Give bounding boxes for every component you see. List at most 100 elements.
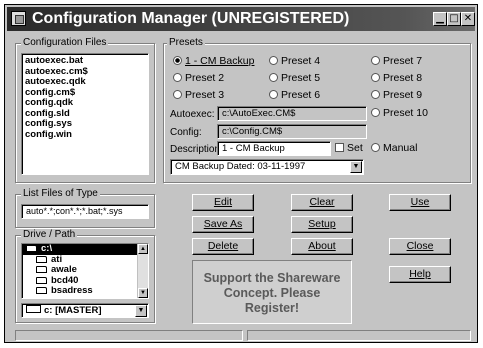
clear-button[interactable]: Clear — [291, 194, 353, 211]
autoexec-label: Autoexec: — [170, 109, 215, 120]
edit-button[interactable]: Edit — [192, 194, 254, 211]
folder-icon — [36, 266, 47, 273]
shareware-line-1: Support the Shareware — [203, 271, 341, 285]
preset-4-radio[interactable]: Preset 4 — [269, 55, 320, 68]
preset-3-radio[interactable]: Preset 3 — [173, 89, 224, 102]
maximize-button[interactable]: □ — [447, 12, 461, 26]
preset-9-label: Preset 9 — [383, 89, 423, 101]
preset-7-radio[interactable]: Preset 7 — [371, 55, 422, 68]
preset-8-radio[interactable]: Preset 8 — [371, 72, 422, 85]
directory-name: ati — [51, 253, 63, 265]
window-title: Configuration Manager (UNREGISTERED) — [32, 10, 350, 27]
radio-icon — [173, 90, 182, 99]
folder-icon — [36, 255, 47, 263]
shareware-line-3: Register! — [244, 301, 300, 315]
preset-5-radio[interactable]: Preset 5 — [269, 72, 320, 85]
drive-path-label: Drive / Path — [21, 229, 78, 240]
close-window-button[interactable]: ✕ — [461, 12, 475, 26]
autoexec-field: c:\AutoExec.CM$ — [217, 106, 367, 121]
preset-2-radio[interactable]: Preset 2 — [173, 72, 224, 85]
edit-button-label: Edit — [213, 196, 233, 208]
description-field[interactable]: 1 - CM Backup — [217, 141, 331, 156]
chevron-down-icon[interactable]: ▼ — [350, 161, 362, 173]
config-file-item[interactable]: config.win — [22, 129, 148, 141]
app-icon[interactable] — [11, 11, 26, 26]
config-file-item[interactable]: config.qdk — [22, 97, 148, 109]
radio-icon — [371, 143, 380, 152]
use-button[interactable]: Use — [389, 194, 451, 211]
preset-1-label: 1 - CM Backup — [185, 55, 255, 67]
radio-icon — [269, 73, 278, 82]
chevron-down-icon[interactable]: ▼ — [135, 305, 147, 317]
radio-icon — [269, 56, 278, 65]
set-checkbox[interactable]: Set — [335, 142, 363, 155]
radio-icon — [173, 73, 182, 82]
directory-item[interactable]: ati — [22, 253, 148, 266]
setup-button[interactable]: Setup — [291, 216, 353, 233]
presets-label: Presets — [167, 37, 205, 48]
preset-9-radio[interactable]: Preset 9 — [371, 89, 422, 102]
drive-icon — [26, 305, 41, 313]
preset-4-label: Preset 4 — [281, 55, 321, 67]
status-pane-left — [15, 330, 243, 341]
about-button-label: About — [308, 240, 336, 252]
setup-button-label: Setup — [308, 218, 336, 230]
file-types-field[interactable]: auto*.*;con*.*;*.bat;*.sys — [21, 204, 149, 219]
directory-item[interactable]: bsadress — [22, 285, 148, 297]
radio-icon — [371, 73, 380, 82]
shareware-notice: Support the Shareware Concept. Please Re… — [192, 260, 352, 324]
close-button-label: Close — [406, 240, 434, 252]
config-manager-window: Configuration Manager (UNREGISTERED) ▁ □… — [4, 4, 478, 343]
help-button-label: Help — [409, 268, 431, 280]
help-button[interactable]: Help — [389, 266, 451, 283]
folder-open-icon — [26, 245, 37, 252]
use-button-label: Use — [410, 196, 430, 208]
config-files-list[interactable]: autoexec.bat autoexec.cm$ autoexec.qdk conf… — [21, 53, 149, 175]
radio-icon — [371, 90, 380, 99]
shareware-line-2: Concept. Please — [223, 286, 321, 300]
config-file-item[interactable]: autoexec.bat — [22, 55, 148, 67]
preset-6-radio[interactable]: Preset 6 — [269, 89, 320, 102]
manual-label: Manual — [383, 142, 418, 154]
folder-icon — [36, 276, 47, 284]
close-button[interactable]: Close — [389, 238, 451, 255]
directory-name: awale — [51, 264, 77, 275]
title-bar[interactable]: Configuration Manager (UNREGISTERED) ▁ □… — [7, 7, 475, 31]
radio-icon — [269, 90, 278, 99]
delete-button-label: Delete — [207, 240, 239, 252]
directory-name: bcd40 — [51, 274, 79, 286]
backup-dropdown-value: CM Backup Dated: 03-11-1997 — [175, 161, 306, 172]
delete-button[interactable]: Delete — [192, 238, 254, 255]
config-file-item[interactable]: config.sys — [22, 118, 148, 130]
preset-7-label: Preset 7 — [383, 55, 423, 67]
directory-name: bsadress — [51, 285, 93, 296]
file-types-label: List Files of Type — [21, 188, 100, 199]
backup-dropdown[interactable]: CM Backup Dated: 03-11-1997 ▼ — [170, 159, 364, 175]
save-as-button[interactable]: Save As — [192, 216, 254, 233]
description-label: Description: — [170, 144, 223, 155]
directory-scrollbar[interactable]: ▲ ▼ — [137, 244, 148, 298]
preset-1-radio[interactable]: 1 - CM Backup — [173, 55, 254, 68]
about-button[interactable]: About — [291, 238, 353, 255]
radio-icon — [371, 56, 380, 65]
preset-5-label: Preset 5 — [281, 72, 321, 84]
preset-3-label: Preset 3 — [185, 89, 225, 101]
preset-2-label: Preset 2 — [185, 72, 225, 84]
scroll-up-icon[interactable]: ▲ — [138, 244, 148, 254]
config-field: c:\Config.CM$ — [217, 124, 367, 139]
drive-dropdown-value: c: [MASTER] — [44, 305, 102, 316]
radio-selected-icon — [173, 56, 182, 65]
directory-item[interactable]: awale — [22, 264, 148, 276]
clear-button-label: Clear — [309, 196, 335, 208]
minimize-button[interactable]: ▁ — [433, 12, 447, 26]
scroll-down-icon[interactable]: ▼ — [138, 288, 148, 298]
preset-8-label: Preset 8 — [383, 72, 423, 84]
preset-10-label: Preset 10 — [383, 107, 428, 119]
preset-10-radio[interactable]: Preset 10 — [371, 107, 428, 120]
directory-list[interactable]: c:\ ati awale bcd40 bsadress ▲ ▼ — [21, 243, 149, 299]
checkbox-icon — [335, 143, 344, 152]
config-file-item[interactable]: autoexec.qdk — [22, 76, 148, 88]
drive-dropdown[interactable]: c: [MASTER] ▼ — [21, 303, 149, 318]
manual-radio[interactable]: Manual — [371, 142, 417, 155]
directory-item-selected[interactable]: c:\ — [22, 244, 137, 255]
